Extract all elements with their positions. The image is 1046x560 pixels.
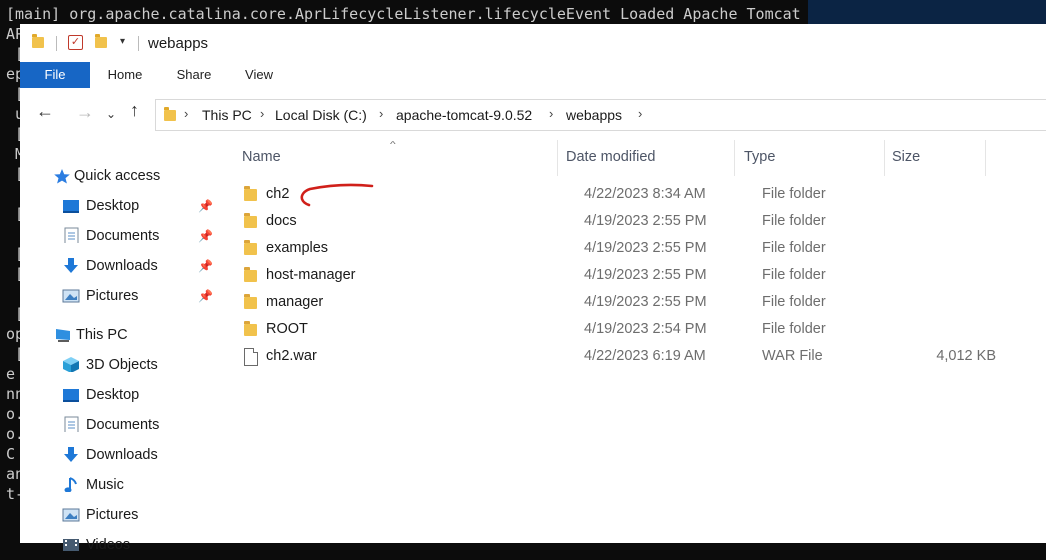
red-arrow-annotation <box>300 183 374 207</box>
annotation-overlay <box>300 183 374 207</box>
